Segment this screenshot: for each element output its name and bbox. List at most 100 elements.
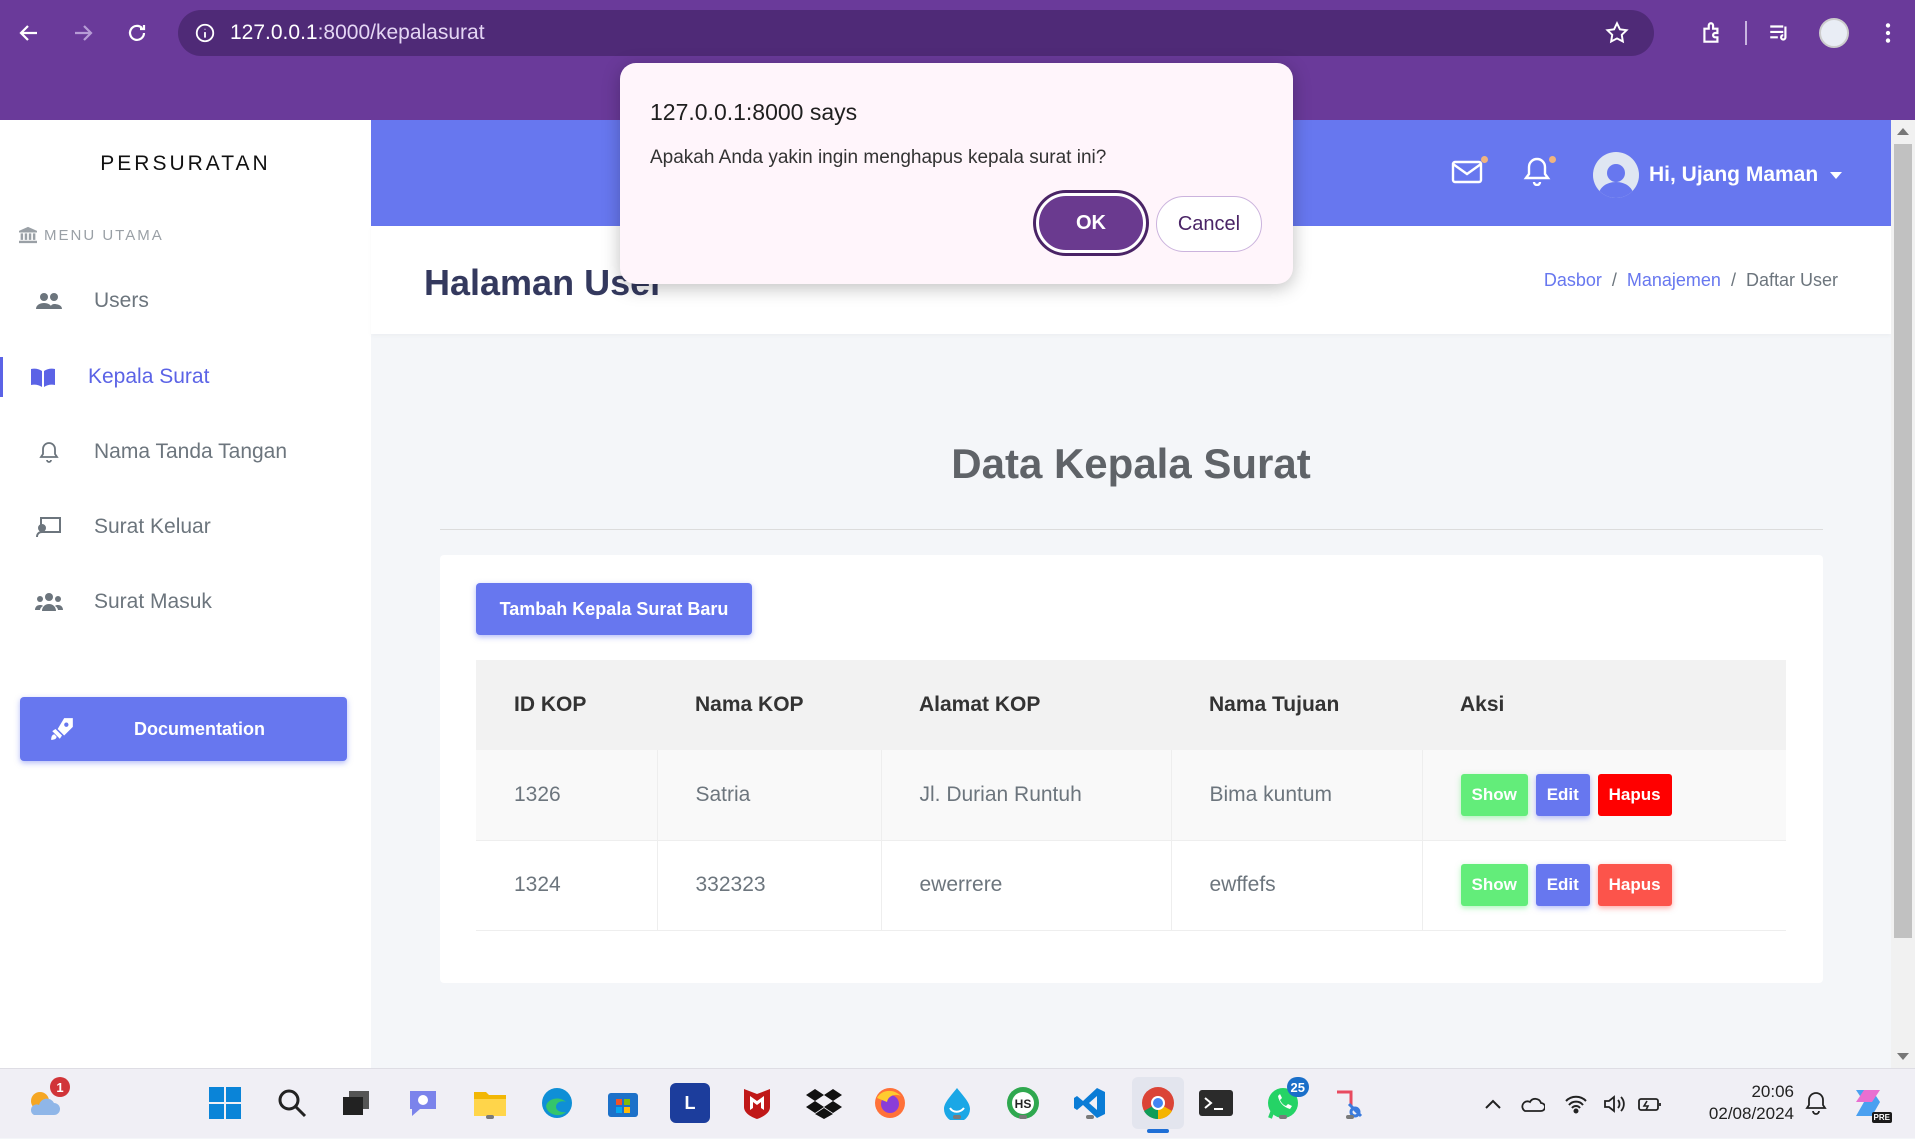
- cell-nama: 332323: [657, 840, 882, 931]
- l-app-icon[interactable]: L: [670, 1083, 710, 1123]
- sidebar-item-label: Surat Keluar: [94, 515, 211, 538]
- copilot-icon[interactable]: PRE: [1848, 1083, 1892, 1123]
- chat-icon[interactable]: [403, 1083, 443, 1123]
- sidebar-item-nama-tanda-tangan[interactable]: Nama Tanda Tangan: [0, 427, 371, 477]
- table-header-row: ID KOP Nama KOP Alamat KOP Nama Tujuan A…: [476, 660, 1786, 750]
- ok-button[interactable]: OK: [1036, 193, 1146, 253]
- onedrive-icon[interactable]: [1508, 1095, 1556, 1113]
- show-button[interactable]: Show: [1460, 773, 1528, 816]
- system-clock[interactable]: 20:06 02/08/2024: [1694, 1081, 1794, 1125]
- clock-time: 20:06: [1751, 1082, 1794, 1101]
- column-header: Nama KOP: [695, 693, 804, 716]
- kepala-surat-table: ID KOP Nama KOP Alamat KOP Nama Tujuan A…: [476, 660, 1786, 931]
- edit-button[interactable]: Edit: [1535, 864, 1590, 906]
- battery-icon[interactable]: [1632, 1095, 1668, 1113]
- firefox-icon[interactable]: [870, 1083, 910, 1123]
- browser-actions: [1685, 10, 1915, 56]
- breadcrumb-separator: /: [1611, 270, 1617, 290]
- scroll-down-icon[interactable]: [1897, 1053, 1909, 1060]
- whatsapp-icon[interactable]: 25: [1263, 1077, 1309, 1123]
- sidebar-item-label: Nama Tanda Tangan: [94, 440, 288, 463]
- column-header: Aksi: [1460, 693, 1505, 716]
- tray-chevron-icon[interactable]: [1478, 1098, 1508, 1110]
- dialog-message: Apakah Anda yakin ingin menghapus kepala…: [650, 147, 1107, 168]
- toolbar-separator: [1745, 21, 1747, 45]
- cell-id: 1324: [476, 840, 658, 931]
- media-controls-icon[interactable]: [1753, 10, 1807, 56]
- scroll-thumb[interactable]: [1894, 144, 1912, 938]
- sidebar-item-surat-keluar[interactable]: Surat Keluar: [0, 502, 371, 552]
- rocket-icon: [42, 716, 82, 742]
- back-icon[interactable]: [2, 6, 56, 60]
- task-view-icon[interactable]: [336, 1083, 376, 1123]
- mail-icon[interactable]: [1451, 156, 1488, 188]
- data-card: Tambah Kepala Surat Baru ID KOP Nama KOP…: [440, 555, 1823, 983]
- system-tray: [1478, 1069, 1668, 1139]
- sidebar-item-label: Kepala Surat: [88, 365, 210, 388]
- column-header: Nama Tujuan: [1209, 693, 1340, 716]
- site-info-icon[interactable]: [194, 22, 216, 44]
- edit-button[interactable]: Edit: [1535, 773, 1590, 816]
- delete-button[interactable]: Hapus: [1597, 864, 1672, 906]
- dropbox-icon[interactable]: [804, 1083, 844, 1123]
- delete-button[interactable]: Hapus: [1597, 773, 1672, 816]
- user-greeting: Hi, Ujang Maman: [1649, 163, 1819, 186]
- column-header: Alamat KOP: [919, 693, 1041, 716]
- user-dropdown[interactable]: Hi, Ujang Maman: [1593, 152, 1843, 198]
- notification-center-icon[interactable]: [1796, 1083, 1836, 1123]
- reload-icon[interactable]: [110, 6, 164, 60]
- breadcrumb-separator: /: [1730, 270, 1736, 290]
- search-icon[interactable]: [272, 1083, 312, 1123]
- address-bar[interactable]: 127.0.0.1:8000/kepalasurat: [178, 10, 1654, 56]
- mcafee-icon[interactable]: [737, 1083, 777, 1123]
- cell-tujuan: Bima kuntum: [1171, 750, 1423, 841]
- sidebar-brand[interactable]: PERSURATAN: [0, 152, 371, 176]
- table-row: 1324 332323 ewerrere ewffefs Show Edit H…: [476, 840, 1786, 931]
- breadcrumb-manajemen[interactable]: Manajemen: [1627, 270, 1721, 291]
- edge-icon[interactable]: [537, 1083, 577, 1123]
- breadcrumb: Dasbor / Manajemen / Daftar User: [1544, 270, 1838, 291]
- hs-app-icon[interactable]: HS: [1003, 1083, 1043, 1123]
- store-icon[interactable]: [603, 1083, 643, 1123]
- book-icon: [28, 367, 58, 387]
- page-scrollbar[interactable]: [1891, 120, 1915, 1068]
- sidebar-item-label: Users: [94, 289, 149, 312]
- profile-avatar[interactable]: [1807, 10, 1861, 56]
- forward-icon[interactable]: [56, 6, 110, 60]
- breadcrumb-dasbor[interactable]: Dasbor: [1544, 270, 1602, 291]
- snipping-tool-icon[interactable]: [1330, 1083, 1370, 1123]
- sidebar-item-users[interactable]: Users: [0, 276, 371, 326]
- notification-bell-icon[interactable]: [1523, 156, 1556, 188]
- show-button[interactable]: Show: [1460, 864, 1528, 906]
- chrome-icon[interactable]: [1132, 1077, 1184, 1133]
- breadcrumb-current: Daftar User: [1745, 270, 1838, 290]
- bank-icon: [19, 226, 37, 244]
- cell-actions: Show Edit Hapus: [1422, 750, 1786, 841]
- wifi-icon[interactable]: [1556, 1094, 1596, 1114]
- vscode-icon[interactable]: [1070, 1083, 1110, 1123]
- scroll-up-icon[interactable]: [1897, 128, 1909, 135]
- windows-start-icon[interactable]: [205, 1083, 245, 1123]
- weather-icon[interactable]: 1: [24, 1077, 70, 1123]
- droplet-app-icon[interactable]: [937, 1083, 977, 1123]
- divider: [440, 529, 1823, 530]
- mail-notification-dot: [1481, 156, 1488, 163]
- add-kepala-surat-button[interactable]: Tambah Kepala Surat Baru: [476, 583, 752, 635]
- user-group-icon: [34, 592, 64, 612]
- terminal-icon[interactable]: [1196, 1083, 1236, 1123]
- cancel-button[interactable]: Cancel: [1156, 196, 1262, 252]
- sidebar-item-surat-masuk[interactable]: Surat Masuk: [0, 577, 371, 627]
- url-path: :8000/kepalasurat: [317, 21, 485, 44]
- volume-icon[interactable]: [1596, 1094, 1632, 1114]
- documentation-label: Documentation: [134, 718, 266, 739]
- documentation-button[interactable]: Documentation: [20, 697, 347, 761]
- url-host: 127.0.0.1: [230, 21, 318, 44]
- extensions-icon[interactable]: [1685, 10, 1739, 56]
- sidebar-item-kepala-surat[interactable]: Kepala Surat: [0, 352, 371, 402]
- cell-nama: Satria: [657, 750, 882, 841]
- menu-dots-icon[interactable]: [1861, 10, 1915, 56]
- taskbar: 1 L HS 25 20:06 02/08/2024 PRE: [0, 1068, 1915, 1138]
- bookmark-star-icon[interactable]: [1604, 20, 1630, 46]
- file-explorer-icon[interactable]: [470, 1083, 510, 1123]
- menu-header-label: MENU UTAMA: [44, 226, 164, 244]
